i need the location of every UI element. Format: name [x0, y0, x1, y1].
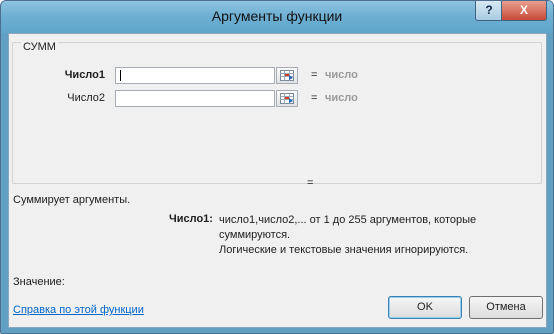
- argument1-label: Число1: [64, 69, 105, 81]
- function-name-label: СУММ: [21, 41, 58, 53]
- argument1-collapse-button[interactable]: [276, 67, 298, 84]
- range-select-icon: [280, 70, 294, 81]
- dialog-body: СУММ Число1 = число Число2 = число = Сум…: [8, 33, 547, 328]
- argument2-equals: =: [311, 92, 318, 104]
- close-button[interactable]: X: [501, 1, 547, 21]
- argument-help-name: Число1:: [169, 213, 213, 225]
- title-bar[interactable]: Аргументы функции ? X: [1, 1, 553, 33]
- argument-help-text: число1,число2,... от 1 до 255 аргументов…: [219, 213, 539, 258]
- argument1-input[interactable]: [115, 67, 275, 84]
- argument-help-line1: число1,число2,... от 1 до 255 аргументов…: [219, 214, 477, 241]
- cancel-button[interactable]: Отмена: [469, 296, 543, 319]
- function-arguments-group: СУММ Число1 = число Число2 = число: [12, 41, 542, 184]
- ok-button[interactable]: OK: [388, 296, 462, 319]
- argument2-input[interactable]: [115, 90, 275, 107]
- function-help-link[interactable]: Справка по этой функции: [13, 304, 144, 316]
- range-select-icon: [280, 93, 294, 104]
- value-label: Значение:: [13, 276, 65, 288]
- argument2-result: число: [325, 92, 358, 104]
- dialog-window: Аргументы функции ? X СУММ Число1 = числ…: [0, 0, 554, 334]
- argument1-result: число: [325, 69, 358, 81]
- text-caret: [120, 70, 121, 81]
- help-button[interactable]: ?: [475, 1, 503, 21]
- argument-help-line2: Логические и текстовые значения игнориру…: [219, 244, 469, 256]
- function-description: Суммирует аргументы.: [13, 194, 131, 206]
- formula-result-equals: =: [307, 177, 314, 189]
- argument2-collapse-button[interactable]: [276, 90, 298, 107]
- argument2-label: Число2: [67, 92, 105, 104]
- argument1-equals: =: [311, 69, 318, 81]
- dialog-title: Аргументы функции: [211, 8, 343, 24]
